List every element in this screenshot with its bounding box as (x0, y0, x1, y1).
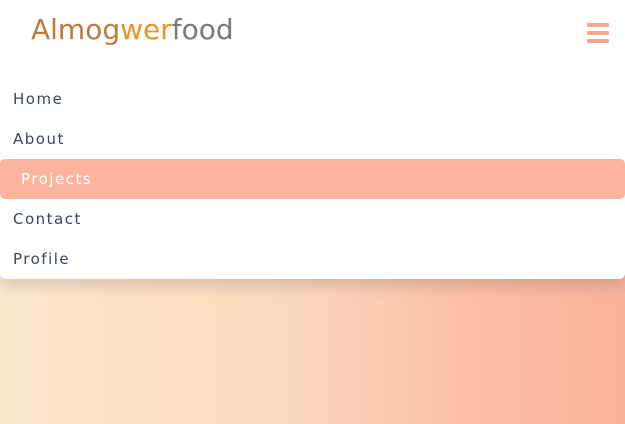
hamburger-bar (587, 39, 609, 43)
logo-part-3: food (171, 13, 234, 46)
logo-part-1: Almog (31, 13, 121, 46)
hamburger-bar (587, 31, 609, 35)
nav-item-projects[interactable]: Projects (0, 159, 625, 199)
site-header: Almogwerfood (0, 0, 625, 75)
site-logo[interactable]: Almogwerfood (31, 12, 234, 48)
nav-item-home[interactable]: Home (0, 79, 625, 119)
logo-part-2: wer (120, 13, 172, 46)
nav-item-profile[interactable]: Profile (0, 239, 625, 279)
nav-item-contact[interactable]: Contact (0, 199, 625, 239)
hamburger-menu-icon[interactable] (587, 23, 609, 43)
dropdown-nav-menu: Home About Projects Contact Profile (0, 79, 625, 279)
nav-item-about[interactable]: About (0, 119, 625, 159)
hamburger-bar (587, 23, 609, 27)
page: Almogwerfood Home About Projects Contact… (0, 0, 625, 424)
